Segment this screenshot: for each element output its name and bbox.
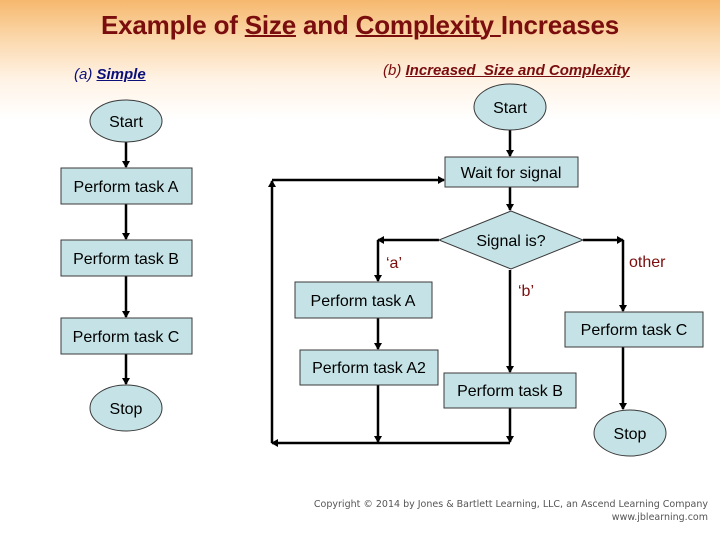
b-task-a2-label: Perform task A2 (312, 360, 426, 377)
b-task-a2-node: Perform task A2 (299, 349, 439, 386)
a-task-c-node: Perform task C (60, 317, 193, 355)
panel-b-flowchart: Start Wait for signal Signal is? Perform… (268, 83, 704, 457)
a-task-b-label: Perform task B (73, 251, 179, 268)
b-task-a-node: Perform task A (294, 281, 433, 319)
branch-label-other: other (629, 254, 666, 271)
publisher-url: www.jblearning.com (611, 512, 708, 523)
b-stop-label: Stop (614, 426, 647, 443)
a-task-a-label: Perform task A (74, 179, 179, 196)
b-wait-label: Wait for signal (461, 165, 562, 182)
b-start-node: Start (473, 83, 547, 131)
b-task-c-node: Perform task C (564, 311, 704, 348)
a-start-label: Start (109, 114, 143, 131)
a-task-a-node: Perform task A (60, 167, 193, 205)
b-decision-label: Signal is? (476, 233, 545, 250)
panel-a-flowchart: Start Perform task A Perform task B Perf… (60, 99, 193, 432)
b-stop-node: Stop (593, 409, 667, 457)
b-decision-node: Signal is? (437, 210, 585, 270)
b-wait-node: Wait for signal (444, 156, 579, 188)
b-start-label: Start (493, 100, 527, 117)
b-task-b-node: Perform task B (443, 372, 577, 409)
a-start-node: Start (89, 99, 163, 143)
b-task-a-label: Perform task A (311, 293, 416, 310)
copyright-text: Copyright © 2014 by Jones & Bartlett Lea… (313, 499, 708, 510)
copyright-footer: Copyright © 2014 by Jones & Bartlett Lea… (314, 498, 708, 524)
a-task-b-node: Perform task B (60, 239, 193, 277)
flowchart-canvas: Start Perform task A Perform task B Perf… (60, 83, 704, 457)
a-task-c-label: Perform task C (73, 329, 180, 346)
a-stop-node: Stop (89, 384, 163, 432)
branch-label-a: ‘a’ (386, 255, 402, 272)
a-stop-label: Stop (110, 401, 143, 418)
b-task-b-label: Perform task B (457, 383, 563, 400)
branch-label-b: ‘b’ (518, 283, 534, 300)
b-task-c-label: Perform task C (581, 322, 688, 339)
